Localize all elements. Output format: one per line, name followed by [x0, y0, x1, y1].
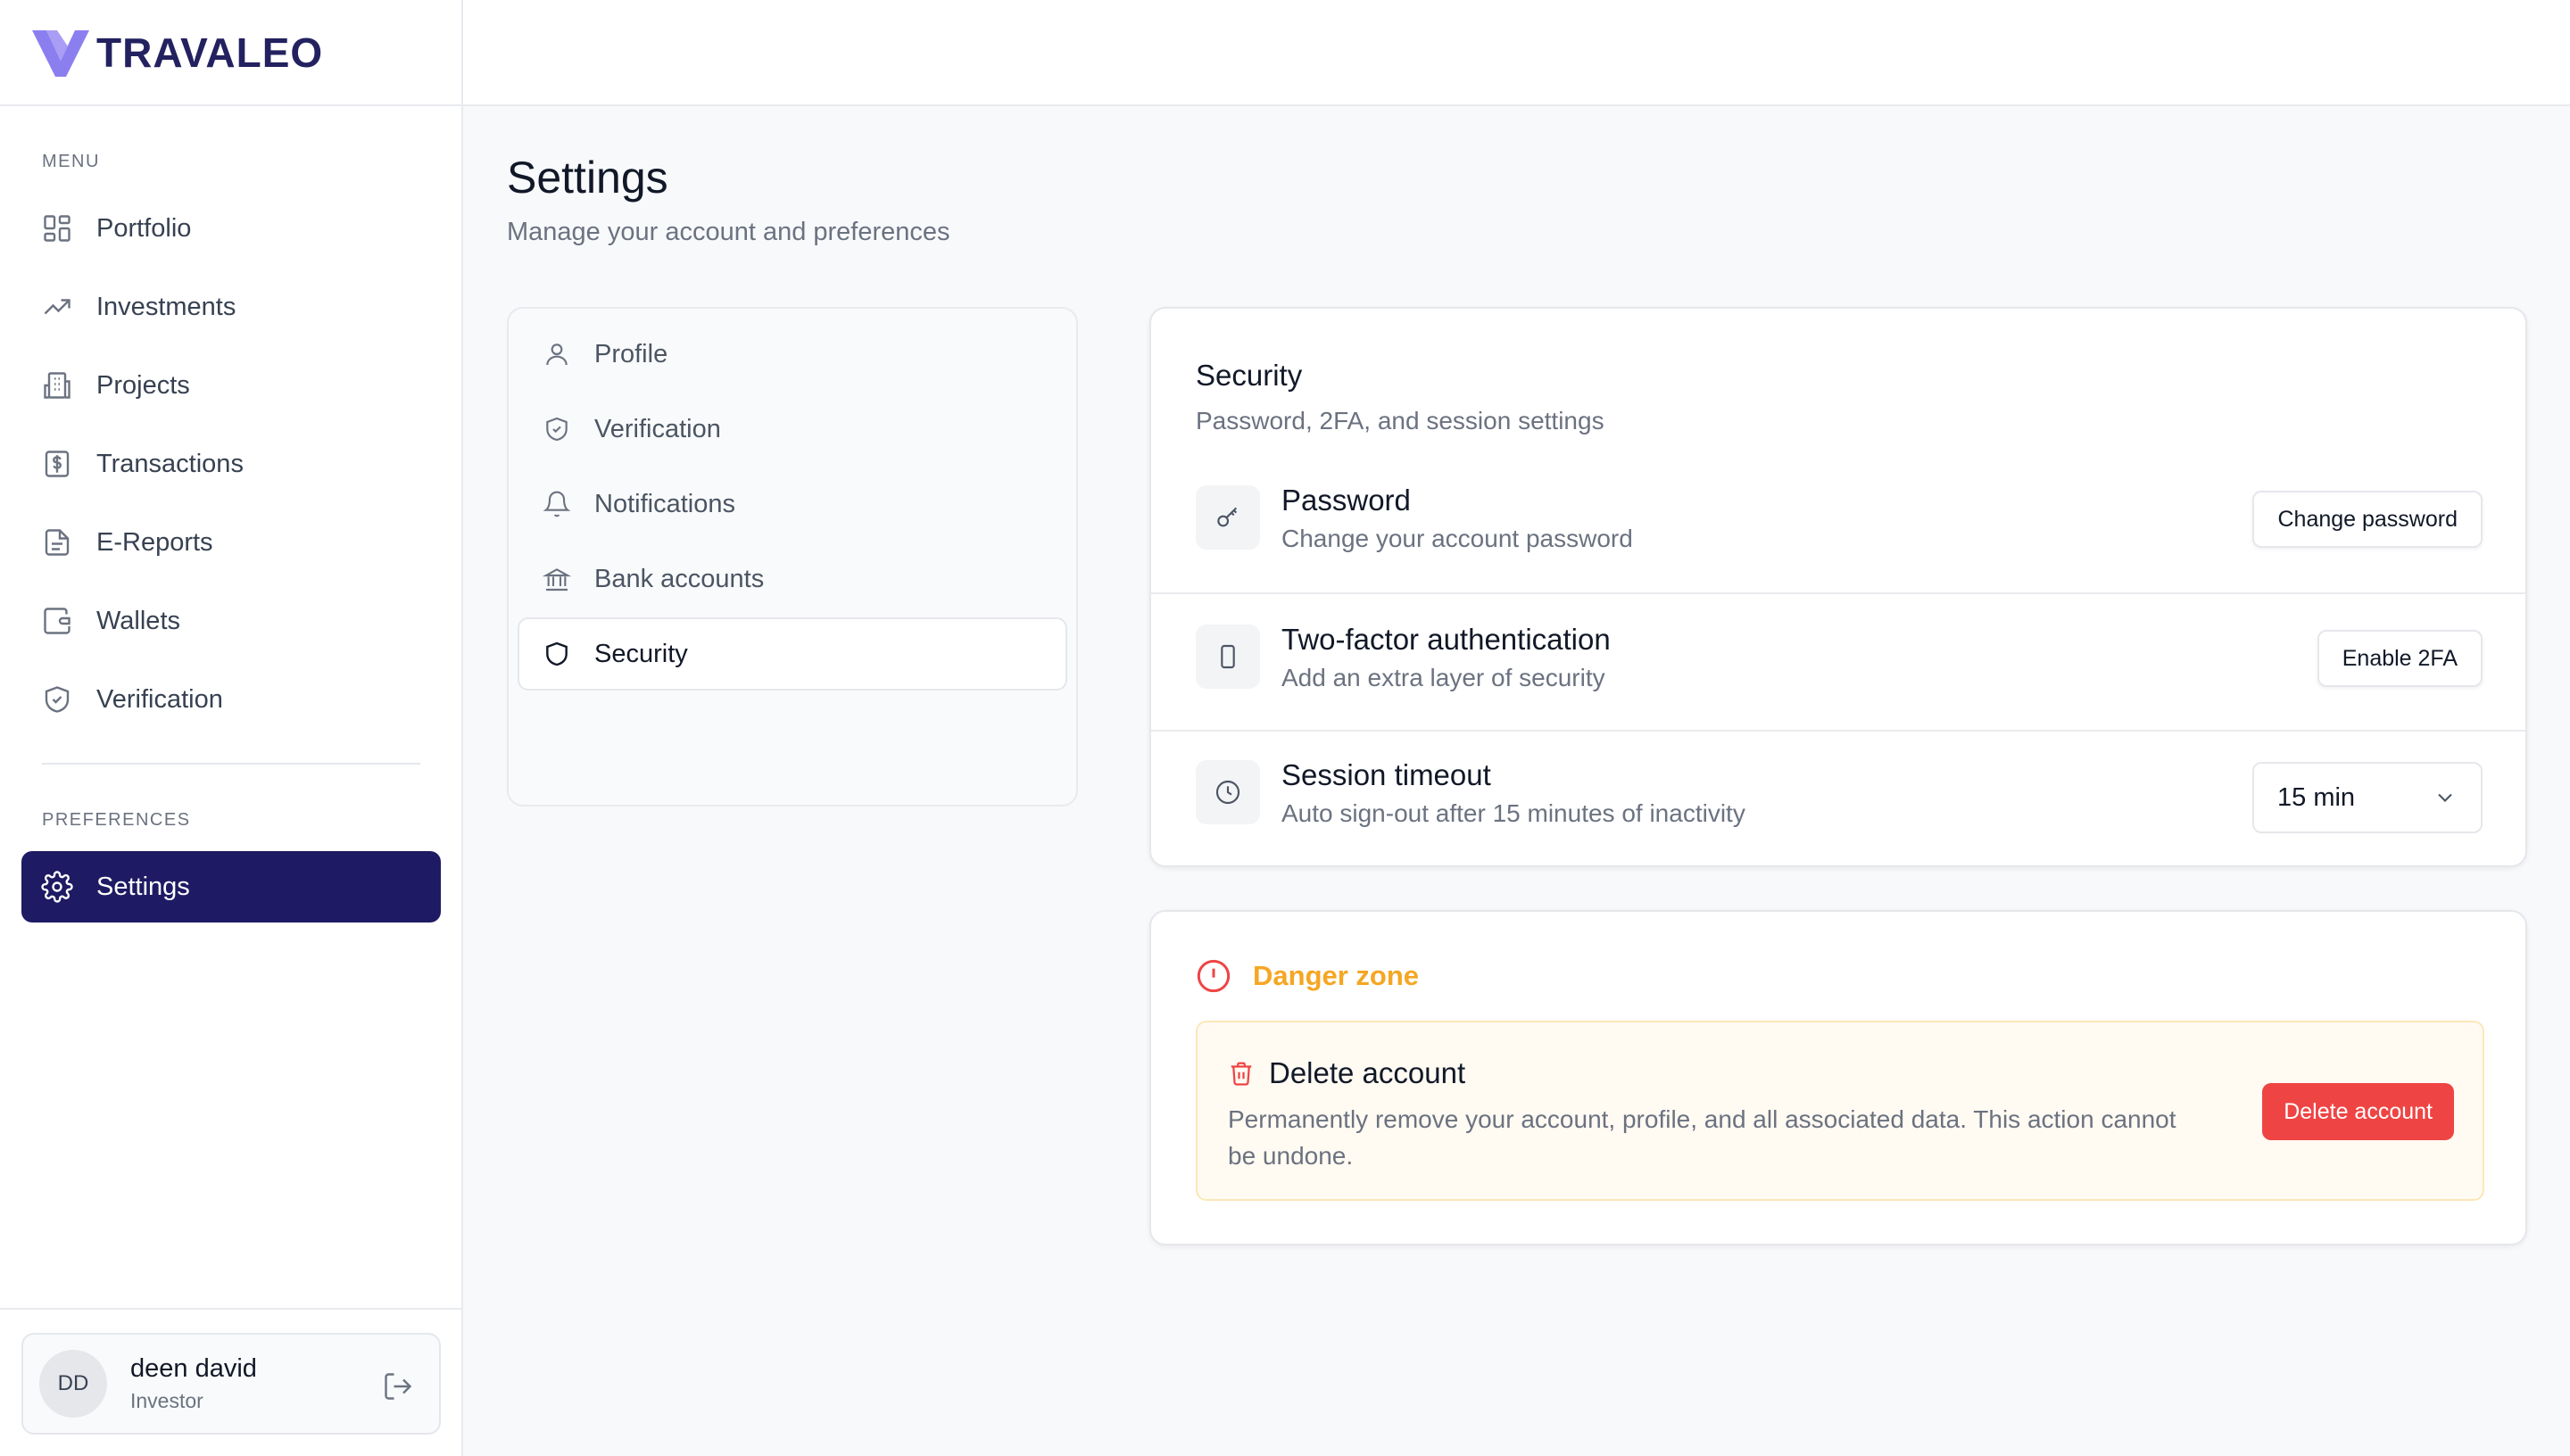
- user-icon: [543, 340, 571, 368]
- shield-check-icon: [543, 415, 571, 443]
- settings-nav: Profile Verification Notifications Bank …: [507, 307, 1078, 807]
- shield-check-icon: [41, 683, 73, 716]
- user-name: deen david: [130, 1354, 257, 1383]
- danger-zone-card: Danger zone Delete account Permanently r…: [1149, 910, 2527, 1245]
- travaleo-logo-icon: [32, 29, 89, 77]
- clock-icon: [1196, 760, 1260, 824]
- change-password-button[interactable]: Change password: [2252, 491, 2483, 548]
- page-subtitle: Manage your account and preferences: [507, 218, 950, 246]
- user-area: DD deen david Investor: [0, 1308, 461, 1456]
- settings-tab-label: Notifications: [594, 489, 735, 518]
- trending-up-icon: [41, 291, 73, 323]
- security-subtitle: Password, 2FA, and session settings: [1196, 407, 1604, 434]
- avatar: DD: [39, 1350, 107, 1418]
- sidebar-item-label: Settings: [96, 872, 190, 901]
- wallet-icon: [41, 605, 73, 637]
- settings-tab-notifications[interactable]: Notifications: [518, 467, 1067, 541]
- danger-zone-header: Danger zone: [1196, 958, 1419, 994]
- building-icon: [41, 369, 73, 401]
- session-timeout-value: 15 min: [2277, 782, 2356, 812]
- bell-icon: [543, 490, 571, 518]
- settings-tab-security[interactable]: Security: [518, 617, 1067, 691]
- sidebar-item-label: Projects: [96, 370, 190, 400]
- settings-tab-label: Bank accounts: [594, 564, 765, 593]
- sidebar-item-investments[interactable]: Investments: [21, 271, 441, 343]
- user-info: deen david Investor: [130, 1354, 257, 1413]
- delete-account-description: Permanently remove your account, profile…: [1228, 1105, 2176, 1170]
- sidebar-item-e-reports[interactable]: E-Reports: [21, 507, 441, 578]
- two-factor-row: Two-factor authentication Add an extra l…: [1151, 592, 2525, 730]
- password-title: Password: [1281, 484, 1411, 517]
- page-title: Settings: [507, 153, 668, 203]
- smartphone-icon: [1196, 625, 1260, 689]
- preferences-section-label: PREFERENCES: [42, 810, 191, 830]
- user-role: Investor: [130, 1389, 203, 1412]
- two-factor-title: Two-factor authentication: [1281, 623, 1611, 656]
- settings-tab-label: Security: [594, 639, 688, 668]
- sidebar-item-wallets[interactable]: Wallets: [21, 585, 441, 657]
- sidebar-item-projects[interactable]: Projects: [21, 350, 441, 421]
- settings-tab-verification[interactable]: Verification: [518, 393, 1067, 466]
- sidebar-item-label: Wallets: [96, 606, 180, 635]
- trash-icon: [1231, 1062, 1252, 1086]
- delete-account-header: Delete account: [1228, 1056, 1465, 1090]
- sidebar-item-label: E-Reports: [96, 527, 213, 557]
- password-subtitle: Change your account password: [1281, 525, 1633, 552]
- document-icon: [41, 526, 73, 558]
- session-timeout-row: Session timeout Auto sign-out after 15 m…: [1151, 730, 2525, 867]
- settings-tab-label: Verification: [594, 414, 721, 443]
- menu-section-label: MENU: [42, 152, 100, 171]
- password-row: Password Change your account password Ch…: [1151, 457, 2525, 594]
- bank-icon: [543, 565, 571, 593]
- session-timeout-title: Session timeout: [1281, 758, 1491, 791]
- session-timeout-subtitle: Auto sign-out after 15 minutes of inacti…: [1281, 799, 1745, 827]
- security-card: Security Password, 2FA, and session sett…: [1149, 307, 2527, 867]
- settings-tab-bank-accounts[interactable]: Bank accounts: [518, 542, 1067, 616]
- enable-2fa-button[interactable]: Enable 2FA: [2317, 630, 2483, 687]
- sidebar-item-verification[interactable]: Verification: [21, 664, 441, 735]
- sidebar-item-label: Transactions: [96, 449, 244, 478]
- alert-circle-icon: [1197, 959, 1231, 993]
- sidebar-item-transactions[interactable]: Transactions: [21, 428, 441, 500]
- nav-divider: [42, 763, 420, 765]
- dollar-receipt-icon: [41, 448, 73, 480]
- brand-name: TRAVALEO: [96, 29, 324, 76]
- settings-tab-label: Profile: [594, 339, 668, 368]
- sidebar-item-label: Verification: [96, 684, 223, 714]
- sidebar-item-label: Portfolio: [96, 213, 192, 243]
- danger-zone-title: Danger zone: [1253, 960, 1420, 991]
- grid-icon: [41, 212, 73, 244]
- two-factor-subtitle: Add an extra layer of security: [1281, 664, 1605, 691]
- delete-account-title: Delete account: [1269, 1056, 1466, 1089]
- preferences-nav: Settings: [21, 851, 441, 930]
- sidebar-item-settings[interactable]: Settings: [21, 851, 441, 922]
- chevron-down-icon: [2438, 793, 2452, 802]
- shield-icon: [543, 640, 571, 668]
- sidebar: TRAVALEO MENU Portfolio Investments Proj…: [0, 0, 463, 1456]
- brand[interactable]: TRAVALEO: [0, 0, 461, 106]
- top-bar: [463, 0, 2570, 106]
- main-nav: Portfolio Investments Projects Transacti…: [21, 193, 441, 742]
- user-card[interactable]: DD deen david Investor: [21, 1333, 441, 1435]
- delete-account-button[interactable]: Delete account: [2262, 1083, 2454, 1140]
- session-timeout-select[interactable]: 15 min: [2252, 762, 2483, 833]
- sidebar-item-portfolio[interactable]: Portfolio: [21, 193, 441, 264]
- logout-icon[interactable]: [382, 1370, 414, 1402]
- settings-tab-profile[interactable]: Profile: [518, 318, 1067, 391]
- key-icon: [1196, 485, 1260, 550]
- delete-account-box: Delete account Permanently remove your a…: [1196, 1021, 2484, 1201]
- security-title: Security: [1196, 359, 1303, 392]
- sidebar-item-label: Investments: [96, 292, 236, 321]
- gear-icon: [41, 871, 73, 903]
